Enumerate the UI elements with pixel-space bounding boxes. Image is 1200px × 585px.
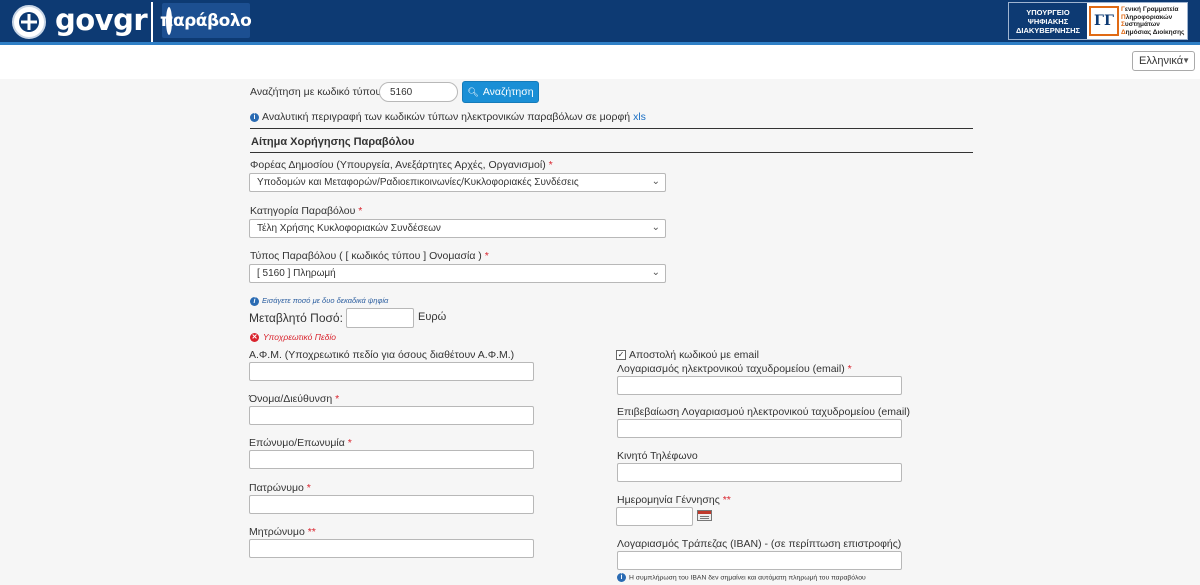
section-title: Αίτημα Χορήγησης Παραβόλου [251,136,415,148]
agency-label: Φορέας Δημοσίου (Υπουργεία, Ανεξάρτητες … [250,159,553,171]
codes-info-text: Αναλυτική περιγραφή των κωδικών τύπων ηλ… [262,111,631,123]
name-label: Όνομα/Διεύθυνση * [249,393,340,405]
codes-info-line: i Αναλυτική περιγραφή των κωδικών τύπων η… [250,111,646,123]
type-select[interactable]: [ 5160 ] Πληρωμή ⌄ [249,264,666,283]
gspsdd-name: Γενική Γραμματεία Πληροφοριακών Συστημάτ… [1121,6,1185,36]
amount-label: Μεταβλητό Ποσό: [249,311,343,325]
email-confirm-input[interactable] [617,419,902,438]
govgr-logo[interactable]: govgr [55,3,148,37]
father-name-label: Πατρώνυμο * [249,482,311,494]
currency-label: Ευρώ [418,311,447,323]
language-bar [0,45,1200,79]
section-bottom-divider [250,152,973,153]
greek-emblem-icon[interactable] [12,5,46,39]
language-select[interactable]: Ελληνικά ▼ [1132,51,1195,71]
send-email-checkbox[interactable]: ✓ [616,350,626,360]
email-input[interactable] [617,376,902,395]
afm-label: Α.Φ.Μ. (Υποχρεωτικό πεδίο για όσους διαθ… [249,349,515,361]
chevron-down-icon: ⌄ [651,267,660,278]
email-label: Λογαριασμός ηλεκτρονικού ταχυδρομείου (e… [617,363,852,375]
mother-name-input[interactable] [249,539,534,558]
chevron-down-icon: ⌄ [651,222,660,233]
search-button-label: Αναζήτηση [482,86,534,98]
gspsdd-emblem-icon: ΓΓ [1089,6,1119,36]
error-icon: ✕ [250,333,259,343]
mother-name-label: Μητρώνυμο ** [249,526,316,538]
header-divider [151,2,153,42]
category-label: Κατηγορία Παραβόλου * [250,205,363,217]
info-icon: i [250,112,259,122]
chevron-down-icon: ▼ [1182,56,1190,65]
amount-error: ✕ Υποχρεωτικό Πεδίο [250,332,336,343]
surname-input[interactable] [249,450,534,469]
category-select[interactable]: Τέλη Χρήσης Κυκλοφοριακών Συνδέσεων ⌄ [249,219,666,238]
amount-hint: i Εισάγετε ποσό με δυο δεκαδικά ψηφία [250,296,388,306]
agency-select[interactable]: Υποδομών και Μεταφορών/Ραδιοεπικοινωνίες… [249,173,666,192]
search-button[interactable]: 🔍︎ Αναζήτηση [462,81,539,103]
iban-input[interactable] [617,551,902,570]
xls-link[interactable]: xls [633,111,646,123]
chevron-down-icon: ⌄ [651,176,660,187]
parabolo-logo[interactable]: παράβολο [160,3,252,38]
ministry-name: ΥΠΟΥΡΓΕΙΟ ΨΗΦΙΑΚΗΣ ΔΙΑΚΥΒΕΡΝΗΣΗΣ [1009,3,1087,39]
iban-note: iΗ συμπλήρωση του IBAN δεν σημαίνει και … [617,573,866,582]
mobile-input[interactable] [617,463,902,482]
search-icon: 🔍︎ [467,86,479,97]
mobile-label: Κινητό Τηλέφωνο [617,450,698,462]
birthdate-input[interactable] [616,507,693,526]
info-icon: i [617,573,626,582]
surname-label: Επώνυμο/Επωνυμία * [249,437,352,449]
email-confirm-label: Επιβεβαίωση Λογαριασμού ηλεκτρονικού ταχ… [617,406,910,418]
section-top-divider [250,128,973,129]
name-input[interactable] [249,406,534,425]
info-icon: i [250,296,259,306]
iban-label: Λογαριασμός Τράπεζας (IBAN) - (σε περίπτ… [617,538,902,550]
calendar-icon[interactable] [697,510,712,521]
app-name: παράβολο [160,10,252,31]
afm-input[interactable] [249,362,534,381]
search-code-label: Αναζήτηση με κωδικό τύπου [250,86,382,98]
ministry-logo[interactable]: ΥΠΟΥΡΓΕΙΟ ΨΗΦΙΑΚΗΣ ΔΙΑΚΥΒΕΡΝΗΣΗΣ ΓΓ Γενι… [1008,2,1188,40]
send-email-label: Αποστολή κωδικού με email [629,349,759,361]
father-name-input[interactable] [249,495,534,514]
birthdate-label: Ημερομηνία Γέννησης ** [617,494,731,506]
type-label: Τύπος Παραβόλου ( [ κωδικός τύπου ] Ονομ… [250,250,489,262]
search-code-input[interactable]: 5160 [379,82,458,102]
amount-input[interactable] [346,308,414,328]
